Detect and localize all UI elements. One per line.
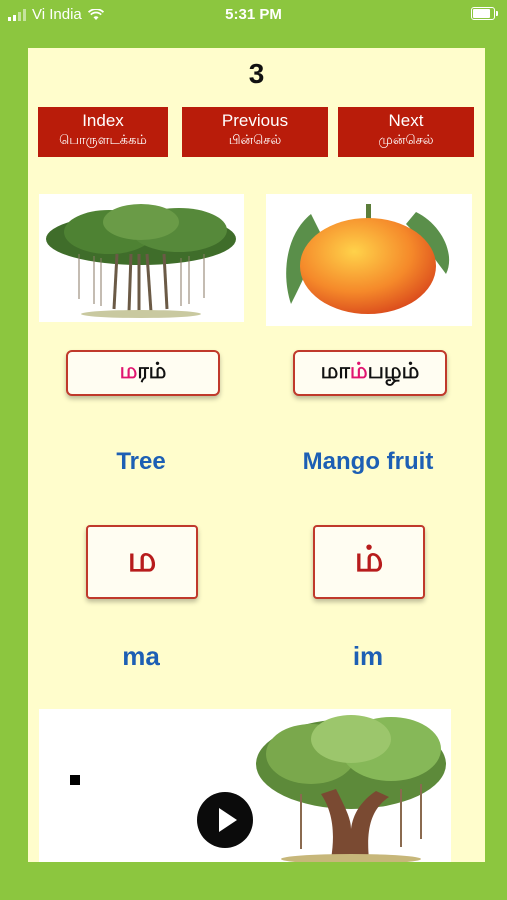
english-meaning-mango: Mango fruit (302, 448, 434, 475)
word-prefix: மா (320, 359, 350, 384)
stop-icon[interactable] (70, 775, 80, 785)
previous-label-en: Previous (221, 111, 289, 130)
battery-icon (471, 7, 498, 20)
word-card-tree[interactable]: ம ரம் (66, 350, 220, 396)
letter-card-im[interactable]: ம் (313, 525, 425, 599)
index-label-ta: பொருளடக்கம் (59, 133, 147, 148)
english-meaning-tree: Tree (116, 448, 166, 475)
word-highlight: ம் (349, 359, 368, 384)
next-button[interactable]: Next முன்செல் (338, 107, 474, 157)
next-label-ta: முன்செல் (378, 133, 434, 148)
letter: ம (127, 539, 157, 580)
index-label-en: Index (82, 111, 124, 130)
tree-video-frame (256, 715, 446, 862)
play-button-icon[interactable] (197, 792, 253, 848)
previous-label-ta: பின்செல் (228, 133, 282, 148)
word-rest: ரம் (137, 359, 167, 384)
word-rest: பழம் (367, 359, 420, 384)
romanization-im: im (352, 641, 384, 671)
word-card-mango[interactable]: மா ம் பழம் (293, 350, 447, 396)
video-player[interactable] (39, 709, 451, 862)
mango-illustration (286, 204, 450, 314)
page-number: 3 (248, 58, 265, 89)
clock: 5:31 PM (225, 6, 282, 23)
status-bar: Vi India 5:31 PM (0, 0, 507, 30)
index-button[interactable]: Index பொருளடக்கம் (38, 107, 168, 157)
next-label-en: Next (388, 111, 424, 130)
romanization-ma: ma (122, 641, 160, 671)
letter-card-ma[interactable]: ம (86, 525, 198, 599)
letter: ம் (354, 539, 384, 580)
tree-image[interactable] (39, 194, 244, 322)
lesson-panel: 3 Index பொருளடக்கம் Previous பின்செல் Ne… (28, 48, 485, 862)
word-highlight: ம (119, 359, 138, 384)
previous-button[interactable]: Previous பின்செல் (182, 107, 328, 157)
banyan-tree-illustration (46, 204, 236, 318)
mango-image[interactable] (266, 194, 472, 326)
